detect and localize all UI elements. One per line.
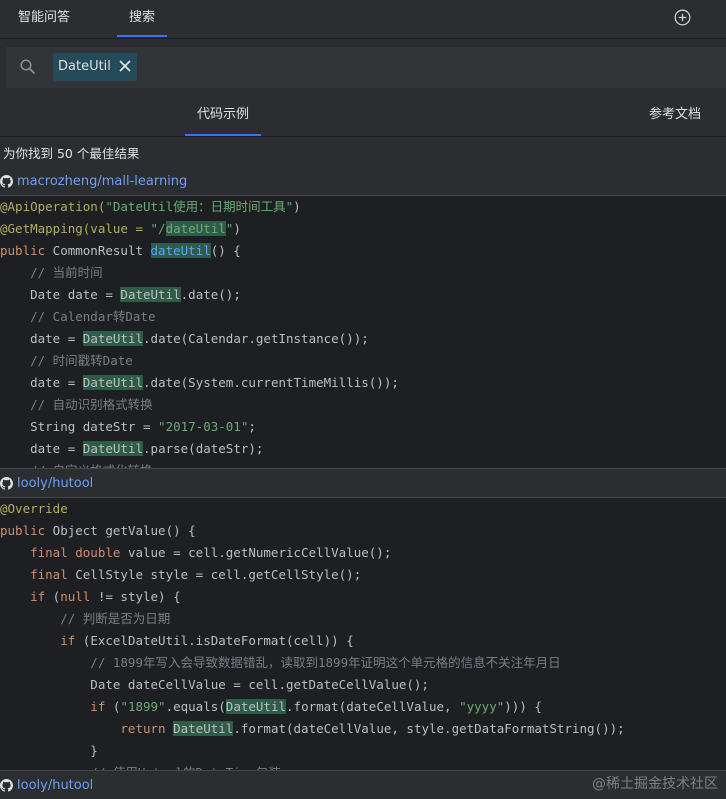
add-circle-icon[interactable] — [674, 9, 691, 26]
tab-code-examples[interactable]: 代码示例 — [185, 96, 261, 136]
code-line: Date dateCellValue = cell.getDateCellVal… — [0, 677, 429, 692]
code-line: @ApiOperation("DateUtil使用：日期时间工具") — [0, 199, 301, 214]
top-tab-bar: 智能问答 搜索 — [0, 0, 726, 39]
code-line: final CellStyle style = cell.getCellStyl… — [0, 567, 362, 582]
github-icon — [0, 779, 13, 792]
code-line: // Calendar转Date — [0, 309, 156, 324]
search-bar[interactable]: DateUtil — [6, 47, 726, 88]
code-line: String dateStr = "2017-03-01"; — [0, 419, 256, 434]
code-line: final double value = cell.getNumericCell… — [0, 545, 392, 560]
repo-name[interactable]: looly/hutool — [17, 476, 93, 491]
search-term-chip[interactable]: DateUtil — [53, 53, 137, 81]
search-term-label: DateUtil — [58, 59, 111, 74]
repo-name[interactable]: macrozheng/mall-learning — [17, 174, 187, 189]
code-line: public Object getValue() { — [0, 523, 196, 538]
tab-smart-qa[interactable]: 智能问答 — [8, 0, 80, 37]
code-line: date = DateUtil.parse(dateStr); — [0, 441, 264, 456]
code-line: // 自定义格式化转换 — [0, 460, 726, 468]
search-icon — [20, 59, 35, 74]
result-repo-header[interactable]: looly/hutool — [0, 471, 726, 497]
code-line: Date date = DateUtil.date(); — [0, 287, 241, 302]
code-line: return DateUtil.format(dateCellValue, st… — [0, 721, 625, 736]
result-repo-header[interactable]: macrozheng/mall-learning — [0, 169, 726, 195]
code-line: if (ExcelDateUtil.isDateFormat(cell)) { — [0, 633, 354, 648]
code-line: public CommonResult dateUtil() { — [0, 243, 241, 258]
code-line: date = DateUtil.date(System.currentTimeM… — [0, 375, 399, 390]
code-line: @GetMapping(value = "/dateUtil") — [0, 221, 241, 236]
code-line: @Override — [0, 501, 68, 516]
code-line: if (null != style) { — [0, 589, 181, 604]
github-icon — [0, 175, 13, 188]
tab-search[interactable]: 搜索 — [117, 0, 167, 37]
code-line: // 判断是否为日期 — [0, 611, 171, 626]
result-type-tabs: 代码示例 参考文档 — [0, 96, 726, 137]
code-line: // 1899年写入会导致数据错乱，读取到1899年证明这个单元格的信息不关注年… — [0, 655, 561, 670]
watermark: @稀土掘金技术社区 — [592, 776, 718, 792]
code-line: } — [0, 743, 98, 758]
code-line: // 当前时间 — [0, 265, 103, 280]
code-snippet[interactable]: @Override public Object getValue() { fin… — [0, 497, 726, 771]
result-count: 为你找到 50 个最佳结果 — [3, 146, 140, 161]
repo-name[interactable]: looly/hutool — [17, 778, 93, 793]
github-icon — [0, 477, 13, 490]
code-snippet[interactable]: @ApiOperation("DateUtil使用：日期时间工具") @GetM… — [0, 195, 726, 469]
code-line: if ("1899".equals(DateUtil.format(dateCe… — [0, 699, 542, 714]
close-icon[interactable] — [118, 59, 132, 73]
code-line: // 自动识别格式转换 — [0, 397, 153, 412]
code-line: date = DateUtil.date(Calendar.getInstanc… — [0, 331, 369, 346]
code-line: // 使用Hutool的DateTime包装 — [0, 762, 726, 770]
code-line: // 时间戳转Date — [0, 353, 133, 368]
tab-reference-docs[interactable]: 参考文档 — [649, 96, 701, 136]
